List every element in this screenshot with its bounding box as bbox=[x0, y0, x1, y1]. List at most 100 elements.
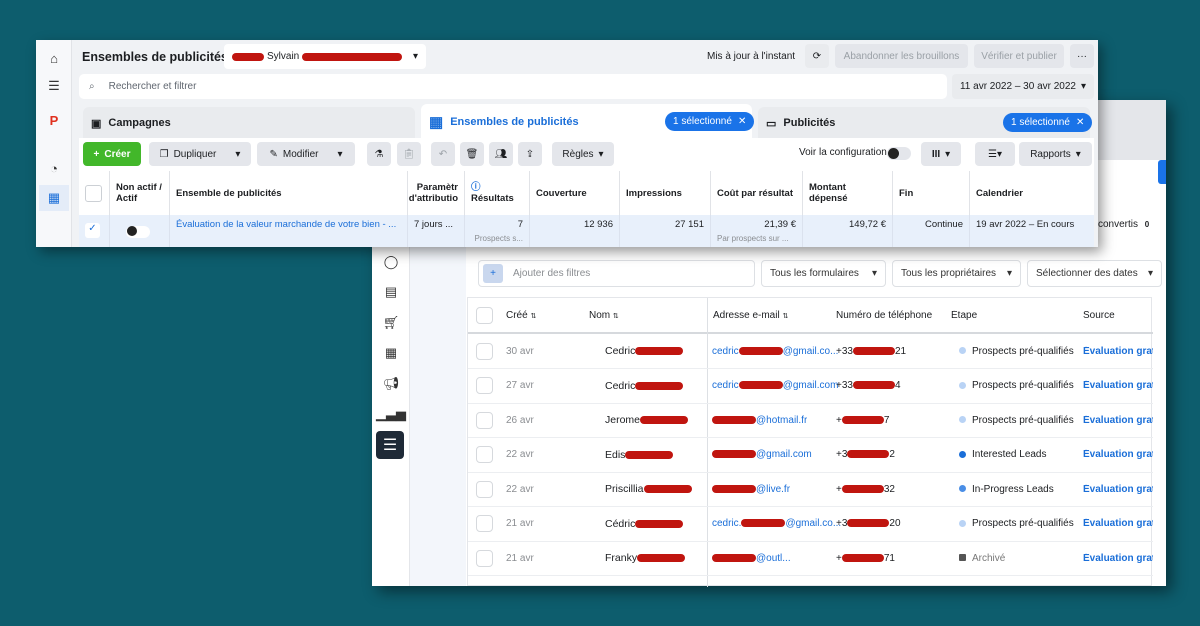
adsets-selection-badge[interactable]: 1 sélectionné ✕ bbox=[665, 112, 755, 131]
pages-icon[interactable]: ▤ bbox=[380, 281, 402, 303]
lead-email[interactable]: cedric @gmail.co... bbox=[712, 346, 838, 357]
reports-button[interactable]: Rapports ▾ bbox=[1019, 142, 1092, 166]
lead-email[interactable]: @live.fr bbox=[712, 484, 790, 495]
lead-row[interactable]: 27 avr Cedric cedric @gmail.com +33 4 Pros… bbox=[468, 369, 1153, 404]
row-checkbox[interactable] bbox=[476, 515, 493, 532]
col-schedule[interactable]: Calendrier bbox=[970, 171, 1094, 215]
adset-name-link[interactable]: Évaluation de la valeur marchande de vot… bbox=[170, 215, 408, 247]
col-results[interactable]: ⓘ Résultats bbox=[465, 171, 530, 215]
action-button[interactable] bbox=[1158, 160, 1166, 184]
col-impressions[interactable]: Impressions bbox=[620, 171, 711, 215]
undo-icon[interactable]: ↶ bbox=[431, 142, 455, 166]
more-button[interactable]: ··· bbox=[1070, 44, 1094, 68]
lead-row[interactable]: 26 avr Jerome @hotmail.fr +7 Prospects p… bbox=[468, 403, 1153, 438]
col-cost[interactable]: Coût par résultat bbox=[711, 171, 803, 215]
lead-source-link[interactable]: Évaluation gratu bbox=[1083, 553, 1153, 564]
refresh-icon[interactable]: ⟳ bbox=[805, 44, 829, 68]
col-phone[interactable]: Numéro de téléphone bbox=[836, 310, 932, 321]
search-input[interactable]: ⌕ Rechercher et filtrer bbox=[79, 74, 947, 99]
lead-stage[interactable]: Interested Leads bbox=[959, 449, 1047, 460]
lead-row[interactable]: 22 avr Edis @gmail.com +3 2 Interested Le… bbox=[468, 438, 1153, 473]
col-source[interactable]: Source bbox=[1083, 310, 1115, 321]
col-name[interactable]: Nom ⇅ bbox=[589, 310, 619, 321]
clipboard-icon[interactable]: 📋︎ bbox=[397, 142, 421, 166]
lead-row[interactable]: 30 avr Cedric cedric @gmail.co... +33 21 P… bbox=[468, 334, 1153, 369]
lead-stage[interactable]: Prospects pré-qualifiés bbox=[959, 346, 1074, 357]
lead-source-link[interactable]: Évaluation gratu bbox=[1083, 415, 1153, 426]
edit-button[interactable]: ✎ Modifier ▾ bbox=[257, 142, 355, 166]
columns-button[interactable]: III ▾ bbox=[921, 142, 961, 166]
lead-stage[interactable]: In-Progress Leads bbox=[959, 484, 1054, 495]
ads-selection-badge[interactable]: 1 sélectionné ✕ bbox=[1003, 113, 1093, 132]
home-icon[interactable]: ⌂ bbox=[43, 47, 65, 69]
lead-source-link[interactable]: Évaluation gratu bbox=[1083, 346, 1153, 357]
duplicate-button[interactable]: ❐ Dupliquer ▾ bbox=[149, 142, 251, 166]
audience-icon[interactable]: 👥︎ bbox=[489, 142, 513, 166]
lead-source-link[interactable]: Évaluation gratu bbox=[1083, 484, 1153, 495]
row-checkbox[interactable] bbox=[476, 480, 493, 498]
date-range-picker[interactable]: 11 avr 2022 – 30 avr 2022 ▾ bbox=[952, 74, 1094, 99]
lead-row[interactable]: 21 avr Franky @outl... +71 Archivé Évalu… bbox=[468, 541, 1153, 576]
trash-icon[interactable]: 🗑︎ bbox=[460, 142, 484, 166]
row-checkbox[interactable]: ✓ bbox=[79, 215, 110, 247]
test-icon[interactable]: ⚗ bbox=[367, 142, 391, 166]
close-icon[interactable]: ✕ bbox=[1076, 117, 1084, 128]
lead-row[interactable]: 22 avr Priscillia @live.fr +32 In-Progre… bbox=[468, 472, 1153, 507]
megaphone-icon[interactable]: 📢︎ bbox=[380, 373, 402, 395]
dates-dropdown[interactable]: Sélectionner des dates ▾ bbox=[1027, 260, 1162, 287]
lead-row[interactable]: 21 avr Cédric cedric. @gmail.co... +3 20 P… bbox=[468, 507, 1153, 542]
active-toggle[interactable] bbox=[110, 215, 170, 247]
gauge-icon[interactable]: ◔ bbox=[43, 157, 65, 179]
lead-stage[interactable]: Prospects pré-qualifiés bbox=[959, 415, 1074, 426]
row-checkbox[interactable] bbox=[476, 446, 493, 463]
col-email[interactable]: Adresse e-mail ⇅ bbox=[713, 310, 788, 321]
menu-icon[interactable]: ☰ bbox=[43, 75, 65, 97]
rules-button[interactable]: Règles ▾ bbox=[552, 142, 614, 166]
lead-email[interactable]: cedric @gmail.com bbox=[712, 380, 838, 391]
owners-dropdown[interactable]: Tous les propriétaires ▾ bbox=[892, 260, 1021, 287]
tab-campaigns[interactable]: ▣ Campagnes bbox=[83, 107, 415, 139]
select-all-checkbox[interactable] bbox=[79, 171, 110, 215]
cart-icon[interactable]: 🛒︎ bbox=[380, 312, 402, 334]
breakdown-button[interactable]: ☰▾ bbox=[975, 142, 1015, 166]
col-attribution[interactable]: Paramètr d'attributio bbox=[408, 171, 465, 215]
redaction bbox=[847, 450, 890, 459]
lead-email[interactable]: @hotmail.fr bbox=[712, 415, 807, 426]
view-config-toggle[interactable] bbox=[887, 147, 911, 160]
row-checkbox[interactable] bbox=[476, 342, 493, 360]
review-publish-button[interactable]: Vérifier et publier bbox=[974, 44, 1064, 68]
col-created[interactable]: Créé ⇅ bbox=[506, 310, 536, 321]
close-icon[interactable]: ✕ bbox=[738, 116, 746, 127]
col-spent[interactable]: Montant dépensé bbox=[803, 171, 893, 215]
chart-icon[interactable]: ▁▃▅ bbox=[376, 403, 406, 425]
add-filters-input[interactable]: + Ajouter des filtres bbox=[478, 260, 755, 287]
lead-source-link[interactable]: Évaluation gratu bbox=[1083, 518, 1153, 529]
col-name[interactable]: Ensemble de publicités bbox=[170, 171, 408, 215]
lead-stage[interactable]: Prospects pré-qualifiés bbox=[959, 380, 1074, 391]
menu-icon[interactable]: ☰ bbox=[376, 431, 404, 459]
select-all-checkbox[interactable] bbox=[476, 306, 493, 324]
lead-email[interactable]: @outl... bbox=[712, 553, 791, 564]
lead-email[interactable]: @gmail.com bbox=[712, 449, 812, 460]
lead-stage[interactable]: Prospects pré-qualifiés bbox=[959, 518, 1074, 529]
col-reach[interactable]: Couverture bbox=[530, 171, 620, 215]
row-checkbox[interactable] bbox=[476, 411, 493, 429]
brand-logo-icon[interactable]: P bbox=[43, 109, 65, 131]
lead-email[interactable]: cedric. @gmail.co... bbox=[712, 518, 841, 529]
lead-stage[interactable]: Archivé bbox=[959, 553, 1005, 564]
table-icon[interactable]: ▦ bbox=[39, 185, 69, 211]
col-end[interactable]: Fin bbox=[893, 171, 970, 215]
discard-drafts-button[interactable]: Abandonner les brouillons bbox=[835, 44, 968, 68]
chat-icon[interactable]: ◯ bbox=[380, 251, 402, 273]
col-stage[interactable]: Étape bbox=[951, 310, 977, 321]
account-dropdown[interactable]: Sylvain ▾ bbox=[224, 44, 426, 69]
created-date: 22 avr bbox=[506, 449, 534, 460]
forms-dropdown[interactable]: Tous les formulaires ▾ bbox=[761, 260, 886, 287]
export-icon[interactable]: ⇪ bbox=[518, 142, 542, 166]
row-checkbox[interactable] bbox=[476, 549, 493, 567]
row-checkbox[interactable] bbox=[476, 377, 493, 394]
lead-source-link[interactable]: Évaluation gratu bbox=[1083, 380, 1153, 391]
table-icon[interactable]: ▦ bbox=[380, 342, 402, 364]
lead-source-link[interactable]: Évaluation gratu bbox=[1083, 449, 1153, 460]
create-button[interactable]: + Créer bbox=[83, 142, 141, 166]
